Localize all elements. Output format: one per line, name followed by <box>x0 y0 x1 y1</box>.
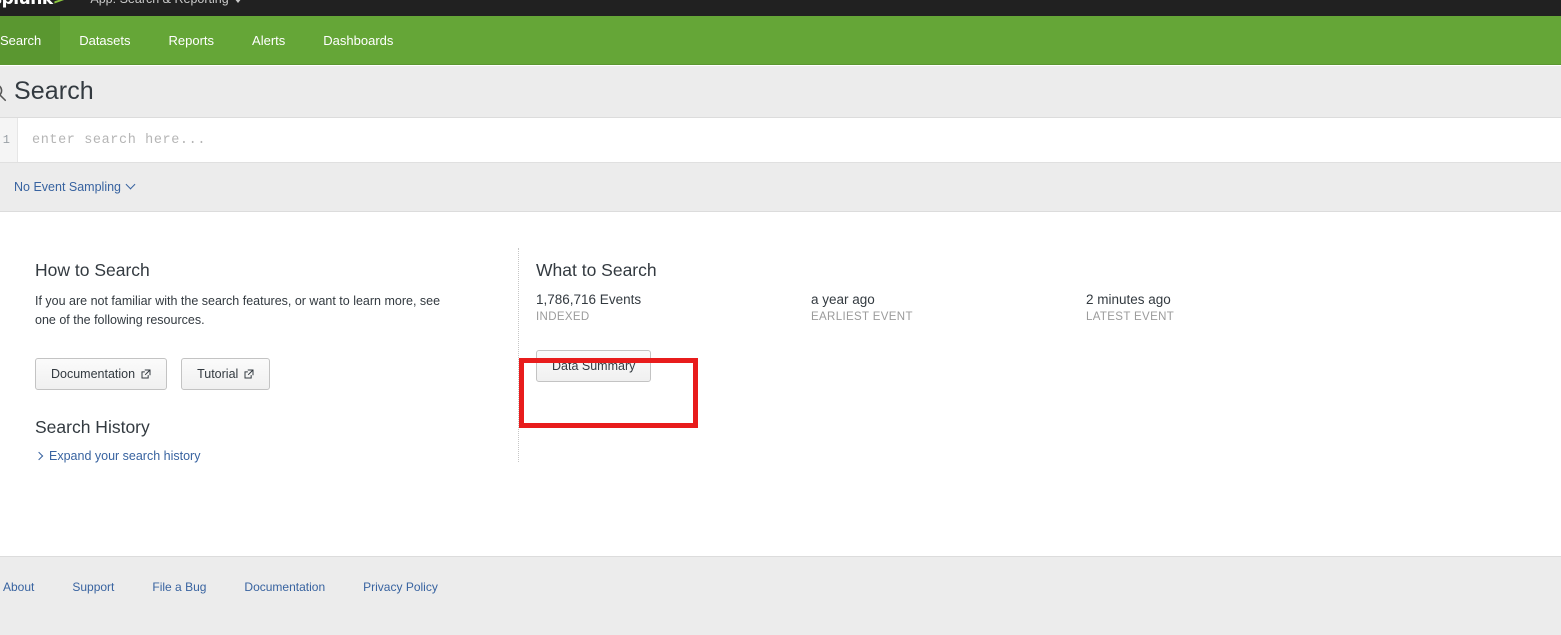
stat-label: LATEST EVENT <box>1086 311 1175 323</box>
search-icon <box>0 85 7 101</box>
app-selector[interactable]: App: Search & Reporting <box>90 0 242 6</box>
how-to-search-title: How to Search <box>35 260 150 280</box>
how-to-search-panel: How to Search If you are not familiar wi… <box>35 260 485 390</box>
application-bar: splunk> App: Search & Reporting <box>0 0 1561 16</box>
nav-item-reports[interactable]: Reports <box>150 16 234 64</box>
stat-value: 2 minutes ago <box>1086 292 1171 307</box>
external-link-icon <box>244 369 254 379</box>
event-sampling-dropdown[interactable]: No Event Sampling <box>14 179 136 194</box>
chevron-down-icon <box>233 0 242 3</box>
chevron-right-icon <box>34 451 44 461</box>
chevron-down-icon <box>125 179 136 189</box>
footer-link-file-a-bug[interactable]: File a Bug <box>133 580 225 594</box>
logo-mark: > <box>53 0 67 9</box>
logo-text: splunk <box>0 0 53 9</box>
expand-search-history-label: Expand your search history <box>49 449 201 463</box>
main-navigation: Search Datasets Reports Alerts Dashboard… <box>0 16 1561 65</box>
splunk-search-page: splunk> App: Search & Reporting Search D… <box>0 0 1561 635</box>
what-to-search-title: What to Search <box>536 260 657 280</box>
search-line-number: 1 <box>0 118 18 162</box>
footer-link-privacy-policy[interactable]: Privacy Policy <box>344 580 457 594</box>
footer-link-support[interactable]: Support <box>53 580 133 594</box>
nav-item-label: Reports <box>168 32 215 48</box>
nav-item-dashboards[interactable]: Dashboards <box>304 16 412 64</box>
main-content: How to Search If you are not familiar wi… <box>0 212 1561 555</box>
stat-value: 1,786,716 Events <box>536 292 642 307</box>
app-selector-label: App: Search & Reporting <box>90 0 228 6</box>
page-title-bar: Search <box>0 66 1561 118</box>
tutorial-button[interactable]: Tutorial <box>181 357 271 390</box>
search-bar: 1 <box>0 118 1561 163</box>
nav-item-datasets[interactable]: Datasets <box>60 16 149 64</box>
stat-label: INDEXED <box>536 311 590 323</box>
documentation-button-label: Documentation <box>51 366 136 381</box>
stat-indexed: 1,786,716 Events INDEXED <box>536 292 811 323</box>
data-summary-button-label: Data Summary <box>552 359 636 373</box>
splunk-logo[interactable]: splunk> <box>0 0 67 9</box>
column-divider <box>518 248 519 462</box>
event-sampling-label: No Event Sampling <box>14 180 122 194</box>
how-to-search-buttons: Documentation Tutorial <box>35 357 485 390</box>
page-title: Search <box>14 77 94 105</box>
stat-value: a year ago <box>811 292 875 307</box>
nav-item-label: Dashboards <box>323 32 394 48</box>
stat-label: EARLIEST EVENT <box>811 311 913 323</box>
nav-item-alerts[interactable]: Alerts <box>233 16 304 64</box>
footer-link-about[interactable]: About <box>0 580 53 594</box>
data-summary-button-row: Data Summary <box>536 350 1436 382</box>
documentation-button[interactable]: Documentation <box>35 357 168 390</box>
data-statistics: 1,786,716 Events INDEXED a year ago EARL… <box>536 292 1436 323</box>
external-link-icon <box>141 369 151 379</box>
expand-search-history-link[interactable]: Expand your search history <box>34 449 485 463</box>
data-summary-button[interactable]: Data Summary <box>536 350 652 382</box>
how-to-search-description: If you are not familiar with the search … <box>35 294 441 328</box>
stat-earliest-event: a year ago EARLIEST EVENT <box>811 292 1086 323</box>
stat-latest-event: 2 minutes ago LATEST EVENT <box>1086 292 1361 323</box>
nav-item-label: Datasets <box>79 32 131 48</box>
tutorial-button-label: Tutorial <box>197 366 239 381</box>
nav-item-search[interactable]: Search <box>0 16 61 64</box>
event-sampling-bar: No Event Sampling <box>0 163 1561 212</box>
search-history-panel: Search History Expand your search histor… <box>34 417 485 463</box>
search-history-title: Search History <box>35 417 150 437</box>
page-footer: About Support File a Bug Documentation P… <box>0 556 1561 635</box>
what-to-search-panel: What to Search 1,786,716 Events INDEXED … <box>536 260 1436 382</box>
footer-link-documentation[interactable]: Documentation <box>225 580 344 594</box>
nav-item-label: Alerts <box>252 32 286 48</box>
search-input[interactable] <box>18 118 1561 162</box>
nav-item-label: Search <box>0 32 42 48</box>
